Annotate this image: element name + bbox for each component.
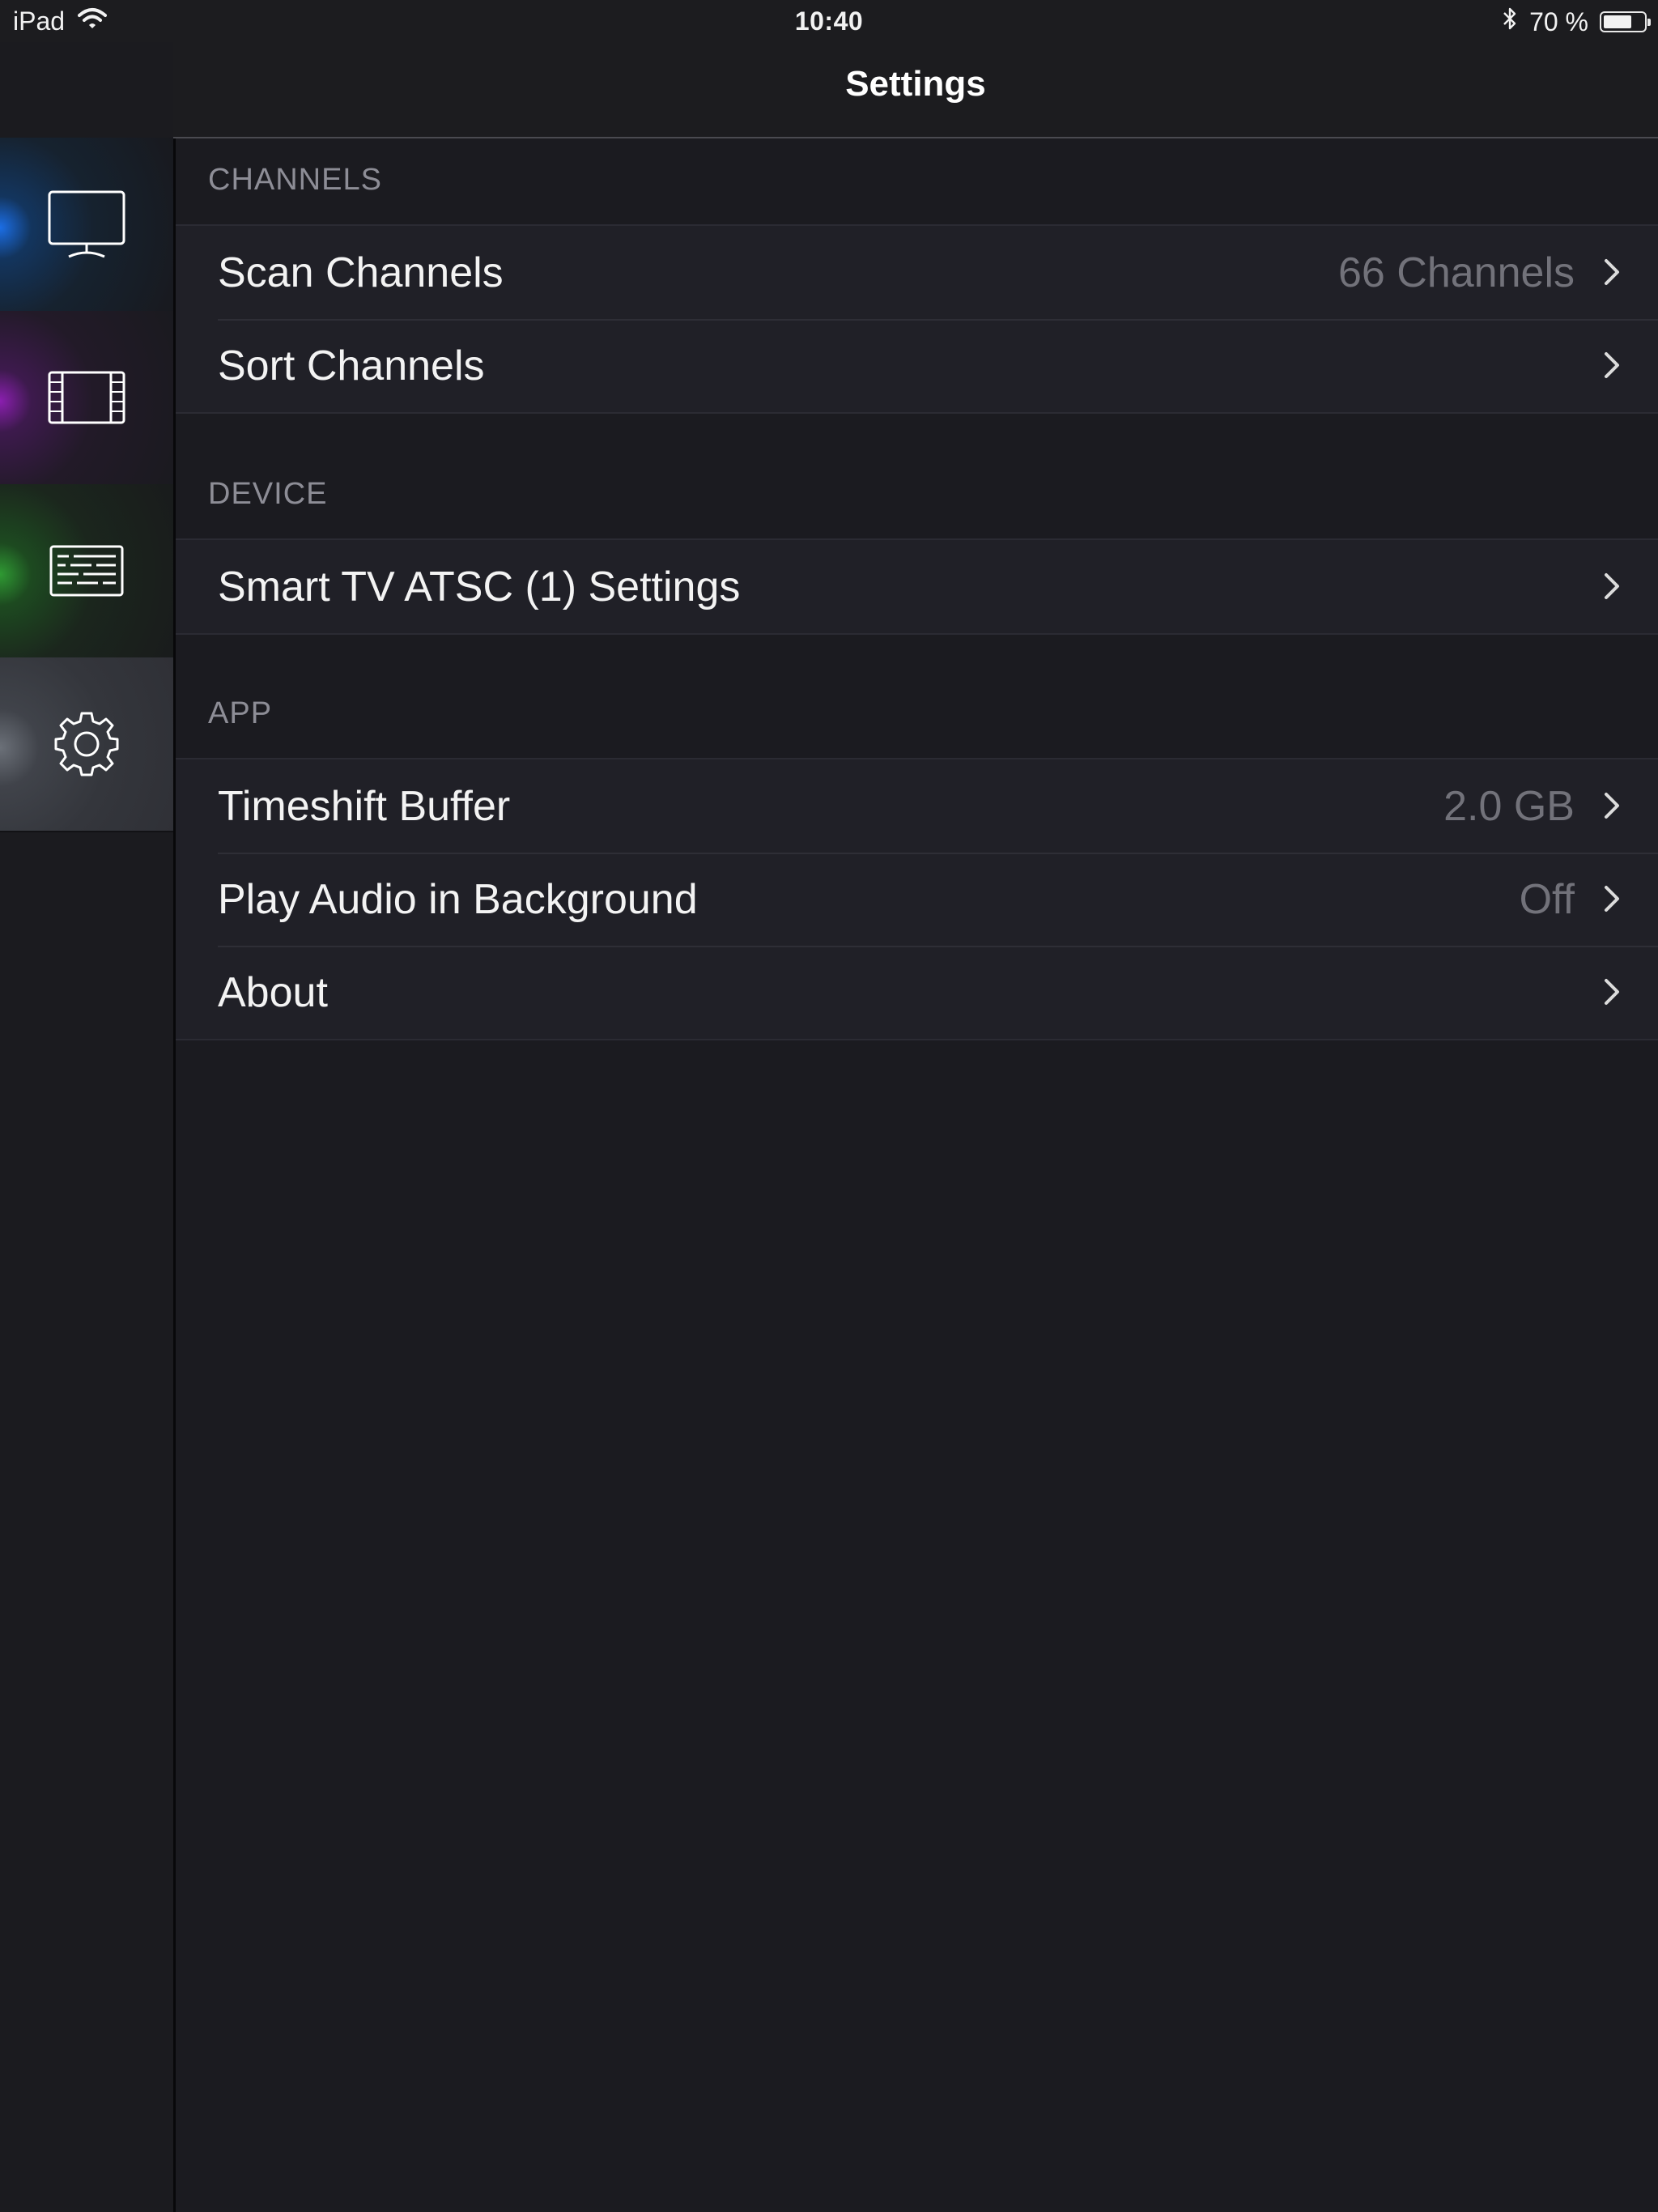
section-group-app: Timeshift Buffer 2.0 GB Play Audio in Ba… bbox=[176, 758, 1658, 1040]
chevron-right-icon bbox=[1604, 351, 1620, 383]
sidebar-item-recordings[interactable] bbox=[0, 311, 173, 486]
status-right: 70 % bbox=[1502, 6, 1651, 37]
battery-level bbox=[1604, 15, 1631, 28]
bluetooth-icon bbox=[1502, 6, 1518, 37]
gear-icon bbox=[53, 710, 121, 778]
tv-monitor-icon bbox=[48, 190, 125, 258]
row-scan-channels[interactable]: Scan Channels 66 Channels bbox=[176, 226, 1658, 319]
chevron-right-icon bbox=[1604, 258, 1620, 290]
chevron-right-icon bbox=[1604, 792, 1620, 823]
section-header-app: APP bbox=[208, 696, 273, 730]
section-header-channels: CHANNELS bbox=[208, 163, 382, 197]
status-time: 10:40 bbox=[794, 6, 864, 36]
section-group-device: Smart TV ATSC (1) Settings bbox=[176, 538, 1658, 635]
row-sort-channels[interactable]: Sort Channels bbox=[176, 319, 1658, 412]
app-root: iPad 10:40 70 % Settings CHANNELS Scan C… bbox=[0, 0, 1658, 2212]
battery-icon bbox=[1600, 11, 1651, 32]
row-value: Off bbox=[1519, 875, 1575, 923]
row-value: 66 Channels bbox=[1338, 249, 1575, 296]
section-header-device: DEVICE bbox=[208, 477, 328, 511]
row-play-audio-background[interactable]: Play Audio in Background Off bbox=[176, 853, 1658, 946]
battery-percent: 70 % bbox=[1529, 6, 1588, 36]
row-about[interactable]: About bbox=[176, 946, 1658, 1039]
row-value: 2.0 GB bbox=[1443, 782, 1575, 830]
sidebar bbox=[0, 42, 176, 2212]
settings-list: CHANNELS Scan Channels 66 Channels Sort … bbox=[176, 138, 1658, 2212]
page-title: Settings bbox=[845, 63, 986, 104]
section-group-channels: Scan Channels 66 Channels Sort Channels bbox=[176, 224, 1658, 414]
row-label: Play Audio in Background bbox=[218, 875, 698, 923]
row-timeshift-buffer[interactable]: Timeshift Buffer 2.0 GB bbox=[176, 759, 1658, 853]
status-bar: iPad 10:40 70 % bbox=[0, 0, 1658, 42]
row-label: Scan Channels bbox=[218, 249, 504, 296]
row-label: About bbox=[218, 968, 328, 1016]
nav-bar: Settings bbox=[173, 42, 1658, 138]
program-guide-icon bbox=[49, 545, 124, 597]
sidebar-item-live-tv[interactable] bbox=[0, 138, 173, 313]
film-strip-icon bbox=[48, 371, 125, 424]
sidebar-item-guide[interactable] bbox=[0, 484, 173, 659]
row-label: Timeshift Buffer bbox=[218, 782, 511, 830]
row-label: Smart TV ATSC (1) Settings bbox=[218, 563, 741, 610]
chevron-right-icon bbox=[1604, 572, 1620, 604]
chevron-right-icon bbox=[1604, 978, 1620, 1010]
row-label: Sort Channels bbox=[218, 342, 485, 389]
sidebar-item-settings[interactable] bbox=[0, 657, 173, 832]
row-smart-tv-atsc-settings[interactable]: Smart TV ATSC (1) Settings bbox=[176, 540, 1658, 633]
chevron-right-icon bbox=[1604, 885, 1620, 917]
